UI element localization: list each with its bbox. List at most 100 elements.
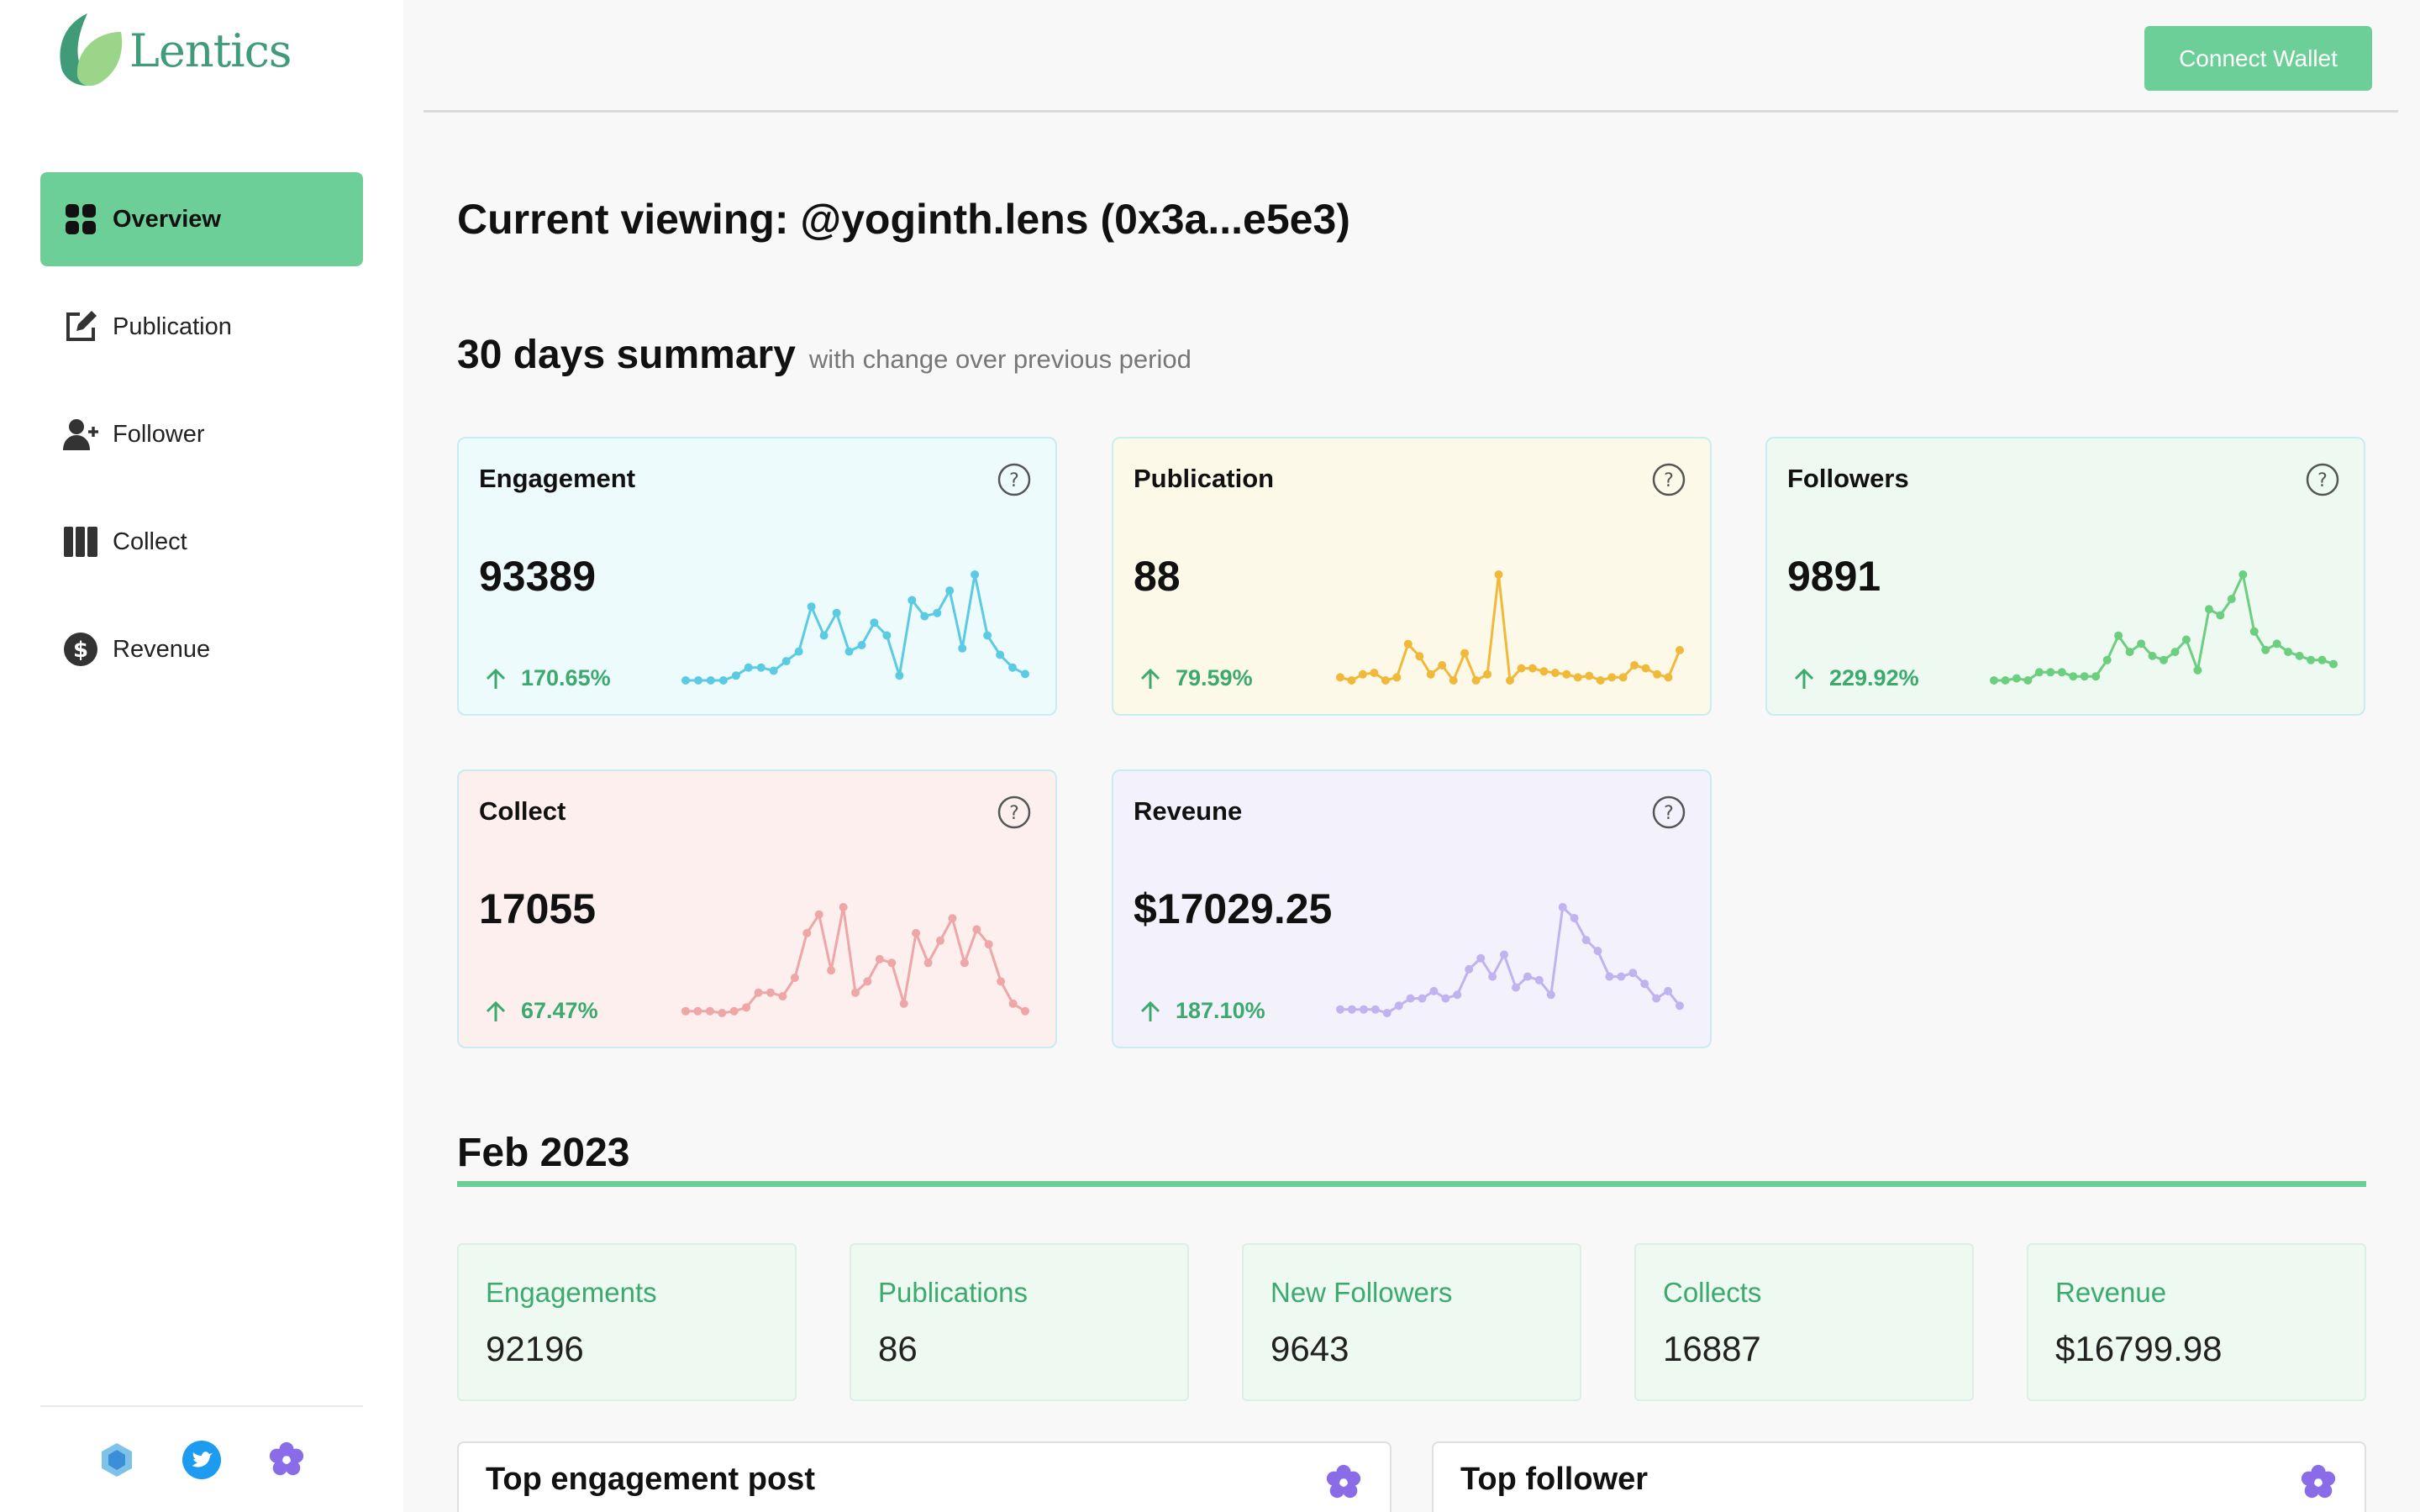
- sparkline-point: [2148, 651, 2157, 660]
- sparkline-point: [1539, 667, 1549, 676]
- sparkline-point: [1605, 972, 1614, 981]
- brand-name: Lentics: [129, 24, 292, 77]
- sparkline-series: [686, 906, 1026, 1015]
- sparkline-point: [2114, 631, 2123, 640]
- sparkline-point: [706, 676, 715, 685]
- sidebar-item-collect[interactable]: Collect: [40, 495, 363, 589]
- sparkline-point: [769, 666, 778, 675]
- month-stat-label: Engagements: [486, 1277, 657, 1308]
- sparkline-point: [2317, 655, 2327, 664]
- sparkline-point: [882, 631, 892, 640]
- lens-flower-icon[interactable]: [267, 1441, 306, 1479]
- sparkline-point: [1358, 669, 1367, 679]
- sparkline-point: [1441, 994, 1450, 1003]
- sparkline-point: [832, 608, 841, 617]
- sparkline-point: [1990, 676, 1998, 685]
- sparkline-point: [1528, 664, 1537, 673]
- lens-flower-icon[interactable]: [1324, 1463, 1363, 1502]
- sparkline-point: [1021, 1006, 1029, 1016]
- arrow-up-icon: [1794, 668, 1814, 689]
- sparkline-point: [1359, 1005, 1368, 1014]
- help-icon[interactable]: ?: [2305, 462, 2340, 497]
- sparkline-point: [1593, 947, 1602, 956]
- top-engagement-post-panel: Top engagement post: [457, 1441, 1392, 1512]
- sparkline-point: [2069, 672, 2078, 681]
- sidebar-item-label: Collect: [113, 528, 187, 555]
- sparkline-point: [1415, 652, 1424, 661]
- summary-title: 30 days summary: [457, 333, 796, 377]
- sparkline-point: [1488, 972, 1497, 981]
- month-stat-label: Revenue: [2055, 1277, 2167, 1308]
- sidebar-item-revenue[interactable]: $ Revenue: [40, 602, 363, 696]
- sparkline-point: [814, 910, 823, 919]
- sparkline-point: [899, 999, 908, 1008]
- sparkline-point: [1628, 969, 1638, 978]
- sparkline-point: [731, 671, 740, 680]
- help-icon[interactable]: ?: [1651, 795, 1686, 830]
- lens-flower-icon[interactable]: [2299, 1463, 2338, 1502]
- sidebar-item-overview[interactable]: Overview: [40, 172, 363, 266]
- brand-logo[interactable]: Lentics: [54, 12, 292, 89]
- sparkline-point: [1429, 986, 1439, 995]
- sidebar-item-follower[interactable]: Follower: [40, 387, 363, 481]
- help-icon[interactable]: ?: [997, 462, 1032, 497]
- change-indicator: 170.65%: [484, 665, 611, 691]
- month-stat-value: 16887: [1663, 1329, 1761, 1368]
- sparkline-point: [1517, 664, 1526, 673]
- sparkline-point: [1640, 979, 1649, 989]
- sidebar-item-label: Follower: [113, 420, 205, 448]
- sparkline-point: [887, 958, 897, 968]
- month-stat-value: 86: [878, 1329, 918, 1368]
- twitter-icon[interactable]: [182, 1440, 221, 1479]
- sparkline-point: [2329, 659, 2338, 669]
- sidebar-item-label: Revenue: [113, 635, 211, 663]
- svg-text:?: ?: [1009, 470, 1019, 491]
- stat-card-collect: Collect ? 17055 67.47%: [457, 769, 1057, 1048]
- sparkline-point: [2284, 648, 2293, 657]
- change-indicator: 67.47%: [484, 998, 598, 1024]
- sparkline-point: [983, 631, 992, 640]
- sparkline-point: [1664, 986, 1673, 995]
- sparkline-point: [1438, 661, 1447, 669]
- month-stat-label: New Followers: [1270, 1277, 1453, 1308]
- top-follower-panel: Top follower: [1432, 1441, 2366, 1512]
- sparkline-point: [870, 618, 879, 627]
- sparkline-point: [1500, 950, 1508, 959]
- sparkline-point: [1607, 673, 1617, 682]
- sparkline-point: [996, 650, 1005, 659]
- summary-heading: 30 days summary with change over previou…: [457, 332, 1192, 378]
- sparkline-point: [694, 676, 702, 685]
- help-icon[interactable]: ?: [1651, 462, 1686, 497]
- hexagon-logo-icon[interactable]: [97, 1441, 136, 1479]
- sparkline-point: [1641, 664, 1650, 673]
- change-value: 79.59%: [1176, 665, 1253, 690]
- sparkline-point: [807, 602, 816, 612]
- page-title: Current viewing: @yoginth.lens (0x3a...e…: [457, 196, 1350, 243]
- sparkline-point: [1418, 994, 1427, 1003]
- connect-wallet-button[interactable]: Connect Wallet: [2144, 26, 2372, 91]
- sparkline-point: [2295, 651, 2304, 660]
- sparkline-point: [1465, 964, 1474, 974]
- help-icon[interactable]: ?: [997, 795, 1032, 830]
- sparkline-point: [1476, 953, 1486, 963]
- sparkline-point: [2046, 668, 2055, 677]
- sparkline-point: [2249, 627, 2259, 636]
- sparkline-point: [2227, 595, 2236, 604]
- sparkline-point: [1676, 646, 1684, 654]
- sparkline-point: [1471, 676, 1481, 685]
- dollar-icon: $: [62, 631, 99, 668]
- sparkline-point: [1406, 994, 1415, 1003]
- sparkline-point: [2091, 672, 2101, 681]
- sparkline-point: [2272, 639, 2281, 648]
- sparkline-point: [1008, 999, 1018, 1008]
- sparkline-point: [839, 903, 848, 911]
- sparkline-point: [1347, 676, 1356, 685]
- sparkline-point: [2034, 668, 2044, 677]
- sidebar-item-publication[interactable]: Publication: [40, 280, 363, 374]
- sparkline-point: [1370, 669, 1379, 677]
- sparkline-point: [794, 647, 803, 656]
- change-value: 67.47%: [521, 998, 598, 1023]
- sparkline-point: [744, 663, 753, 672]
- change-value: 187.10%: [1176, 998, 1265, 1023]
- columns-icon: [62, 523, 99, 560]
